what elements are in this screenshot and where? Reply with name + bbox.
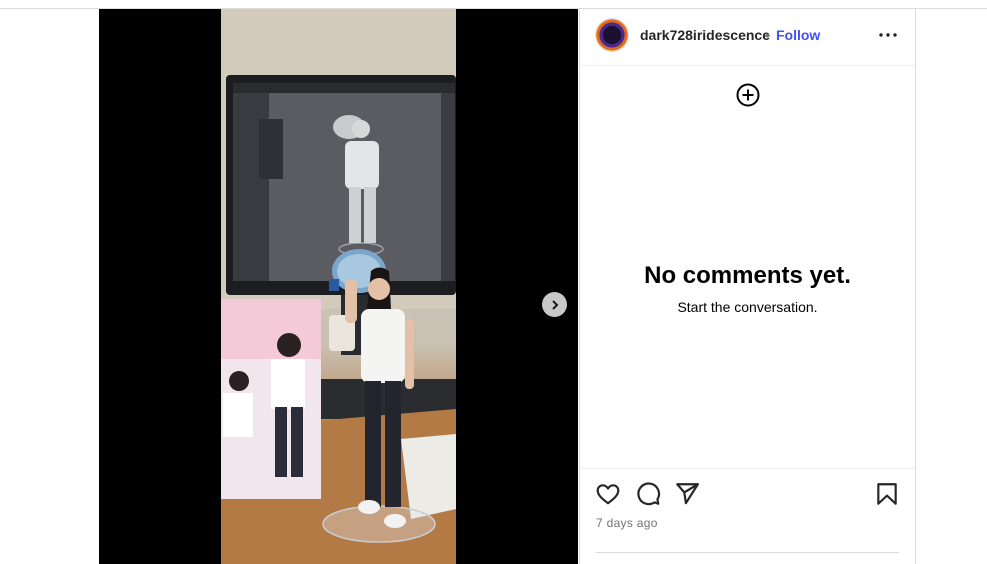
post-timestamp[interactable]: 7 days ago <box>596 516 658 530</box>
comment-icon <box>637 482 661 506</box>
empty-comments-subtitle: Start the conversation. <box>677 299 818 315</box>
more-options-button[interactable] <box>876 25 900 49</box>
share-button[interactable] <box>674 481 700 507</box>
empty-comments-title: No comments yet. <box>644 262 851 289</box>
bookmark-icon <box>877 483 897 505</box>
separator-dot: • <box>765 27 770 43</box>
add-comment-button[interactable] <box>735 82 761 108</box>
save-button[interactable] <box>874 481 900 507</box>
more-options-icon <box>879 33 897 37</box>
heart-icon <box>596 484 620 505</box>
post-side-panel: dark728iridescence • Follow No comments … <box>579 9 916 564</box>
photo-illustration <box>221 9 456 564</box>
avatar[interactable] <box>596 19 628 51</box>
bottom-divider <box>596 552 899 553</box>
username-link[interactable]: dark728iridescence <box>640 27 770 43</box>
share-icon <box>676 483 699 505</box>
post-header: dark728iridescence • Follow <box>580 9 915 66</box>
plus-circle-icon <box>736 83 760 107</box>
post-photo <box>221 9 456 564</box>
follow-button[interactable]: Follow <box>776 27 820 43</box>
comment-button[interactable] <box>635 481 661 507</box>
post-media <box>99 9 578 564</box>
chevron-right-icon <box>551 299 558 310</box>
actions-divider <box>580 468 915 469</box>
next-media-button[interactable] <box>542 292 567 317</box>
like-button[interactable] <box>595 481 621 507</box>
